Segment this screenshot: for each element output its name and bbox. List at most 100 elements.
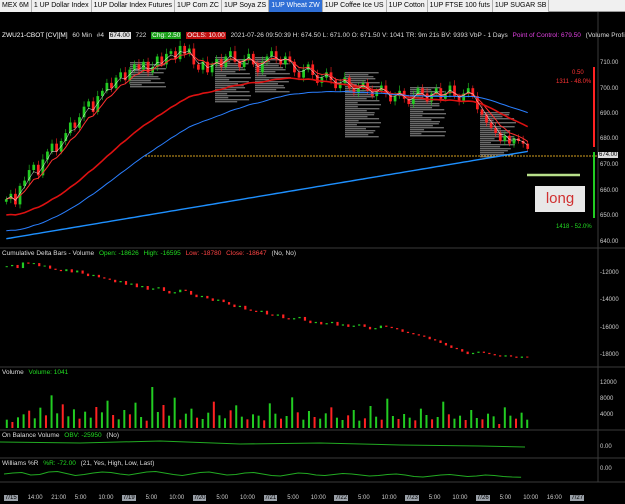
cdb-bar xyxy=(309,320,312,324)
volume-bar xyxy=(173,397,176,428)
candle-body xyxy=(4,199,8,202)
volume-bar xyxy=(319,418,322,428)
volume-bar xyxy=(313,417,316,428)
cdb-bar xyxy=(520,356,523,358)
cdb-bar xyxy=(444,342,448,346)
cdb-bar xyxy=(43,265,46,267)
candle-body xyxy=(87,101,90,107)
cdb-bar xyxy=(401,329,404,332)
tab-3[interactable]: 1UP Corn ZC xyxy=(175,0,222,12)
cdb-bar xyxy=(173,292,176,294)
cdb-bar xyxy=(184,289,187,291)
volume-profile-bar xyxy=(345,132,374,134)
volume-bar xyxy=(72,409,75,428)
cdb-bar xyxy=(27,262,30,264)
volume-profile-bar xyxy=(410,125,433,127)
volume-profile-bar xyxy=(345,74,369,76)
workspace-tabs: MEX 6M 1 UP Dollar Index 1UP Dollar Index … xyxy=(0,0,625,12)
cdb-bar xyxy=(515,356,518,358)
volume-profile-bar xyxy=(345,106,358,108)
tab-9[interactable]: 1UP SUGAR SB xyxy=(492,0,550,12)
volume-bar xyxy=(201,419,204,428)
volume-bar xyxy=(190,408,193,428)
volume-bar xyxy=(391,416,394,428)
volume-bar xyxy=(358,420,361,428)
volume-bar xyxy=(112,415,115,428)
tab-1[interactable]: 1 UP Dollar Index xyxy=(31,0,92,12)
cdb-bar xyxy=(141,286,144,288)
volume-profile-bar xyxy=(480,132,509,134)
tab-7[interactable]: 1UP Cotton xyxy=(386,0,428,12)
cdb-bar xyxy=(200,295,204,298)
tab-0[interactable]: MEX 6M xyxy=(0,0,32,12)
volume-profile-bar xyxy=(255,79,270,81)
volume-profile-bar xyxy=(215,81,249,83)
volume-bar xyxy=(296,412,299,428)
volume-bar xyxy=(520,412,523,428)
cdb-bar xyxy=(238,305,241,308)
volume-profile-bar xyxy=(345,110,367,112)
tab-5[interactable]: 1UP Wheat ZW xyxy=(269,0,323,12)
volume-bar xyxy=(464,420,467,428)
volume-profile-bar xyxy=(480,128,501,130)
cdb-bar xyxy=(385,325,388,327)
cdb-bar xyxy=(423,335,426,337)
cdb-bar xyxy=(16,264,19,269)
cdb-bar xyxy=(412,333,415,335)
volume-bar xyxy=(363,418,366,428)
volume-bar xyxy=(246,419,249,428)
volume-bar xyxy=(123,410,126,428)
volume-bar xyxy=(341,420,344,428)
volume-bar xyxy=(459,415,462,428)
volume-profile-bar xyxy=(410,129,425,131)
cdb-bar xyxy=(439,340,442,343)
cdb-bar xyxy=(92,274,95,277)
tab-6[interactable]: 1UP Coffee Ice US xyxy=(322,0,387,12)
volume-profile-bar xyxy=(345,136,379,138)
cdb-bar xyxy=(130,283,133,285)
volume-bar xyxy=(453,418,456,428)
chart-stage[interactable] xyxy=(0,12,625,504)
volume-bar xyxy=(369,406,372,428)
cdb-bar xyxy=(168,290,171,294)
candle-body xyxy=(132,64,136,70)
cdb-bar xyxy=(59,269,63,272)
volume-profile-bar xyxy=(130,80,151,82)
cdb-bar xyxy=(97,274,100,278)
candle-body xyxy=(283,56,287,65)
cdb-bar xyxy=(276,314,279,316)
volume-bar xyxy=(470,410,473,428)
cdb-bar xyxy=(493,354,496,356)
cdb-bar xyxy=(287,318,290,320)
volume-profile-bar xyxy=(410,127,444,129)
cdb-bar xyxy=(81,270,84,274)
volume-profile-bar xyxy=(410,113,446,115)
volume-bar xyxy=(100,412,103,428)
volume-profile-bar xyxy=(215,75,227,77)
volume-profile-bar xyxy=(480,126,515,128)
candle-body xyxy=(421,88,424,94)
volume-profile-bar xyxy=(480,150,508,152)
volume-profile-bar xyxy=(345,108,380,110)
cdb-bar xyxy=(108,278,111,280)
cdb-bar xyxy=(396,328,399,330)
cdb-bar xyxy=(477,351,480,353)
volume-profile-bar xyxy=(345,96,375,98)
volume-profile-bar xyxy=(410,133,422,135)
volume-profile-bar xyxy=(255,75,267,77)
tab-4[interactable]: 1UP Soya ZS xyxy=(221,0,270,12)
cdb-bar xyxy=(358,324,361,326)
cdb-bar xyxy=(271,314,274,316)
volume-profile-bar xyxy=(255,57,266,59)
volume-profile-bar xyxy=(255,73,290,75)
volume-profile-bar xyxy=(410,105,440,107)
volume-bar xyxy=(330,407,333,428)
volume-profile-bar xyxy=(130,86,166,88)
candle-body xyxy=(82,106,86,118)
cdb-bar xyxy=(504,355,507,357)
tab-2[interactable]: 1UP Dollar Index Futures xyxy=(91,0,176,12)
tab-8[interactable]: 1UP FTSE 100 futs xyxy=(427,0,493,12)
cdb-bar xyxy=(211,298,214,301)
volume-profile-bar xyxy=(410,115,423,117)
volume-bar xyxy=(156,412,159,428)
